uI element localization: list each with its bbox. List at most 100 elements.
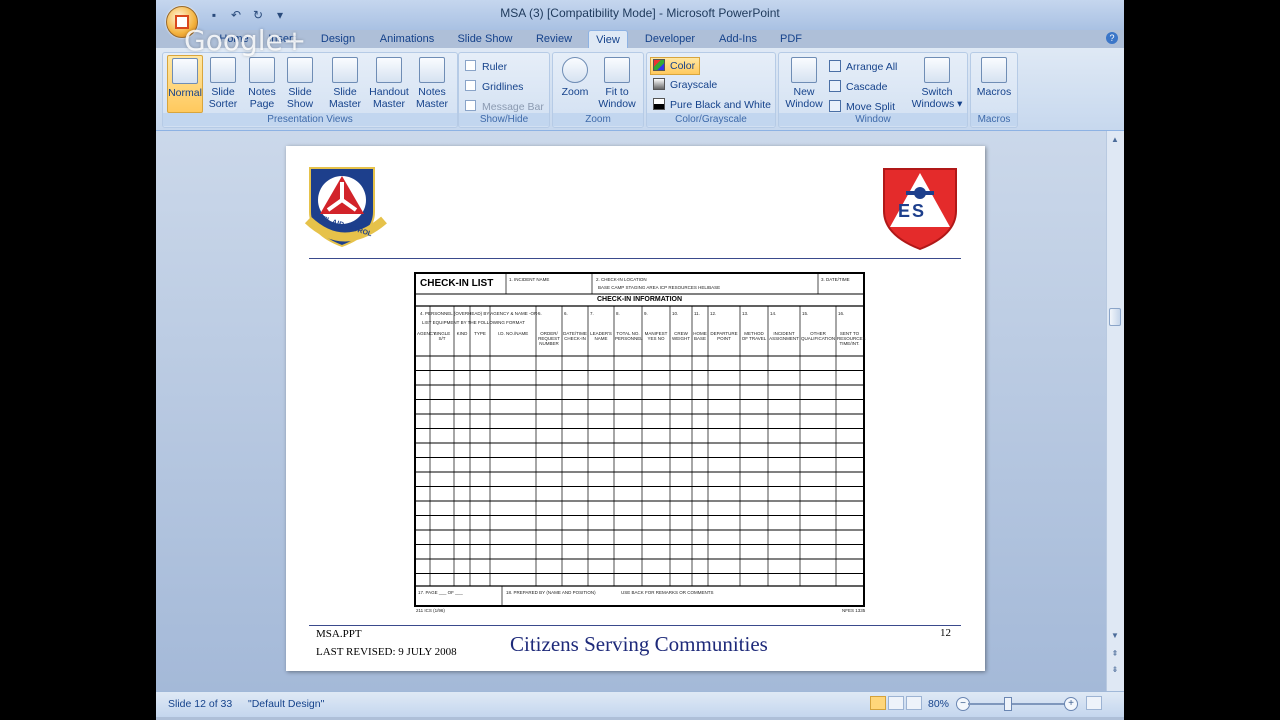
grayscale-icon <box>653 78 665 90</box>
notes-page-icon <box>249 57 275 83</box>
scroll-thumb[interactable] <box>1109 308 1121 326</box>
show-hide-label: Show/Hide <box>459 113 549 126</box>
group-presentation-views: Normal Slide Sorter Notes Page Slide Sho… <box>162 52 458 128</box>
slide-editing-area[interactable]: CIVIL AIR PATROL ES CHECK-IN LIST 1. INC… <box>156 131 1106 691</box>
cascade-icon <box>829 80 841 92</box>
move-split-icon <box>829 100 841 112</box>
zoom-slider[interactable] <box>968 703 1068 705</box>
switch-windows-label-2: Windows <box>911 98 955 110</box>
grayscale-button[interactable]: Grayscale <box>653 77 717 93</box>
form-column-header: SINGLE S/T <box>433 331 451 341</box>
handout-master-icon <box>376 57 402 83</box>
form-column-header: TOTAL NO. PERSONNEL <box>615 331 643 341</box>
fit-slide-icon[interactable] <box>1086 696 1102 710</box>
form-column-header: DATE/TIME CHECK-IN <box>563 331 587 341</box>
footer-revised: LAST REVISED: 9 JULY 2008 <box>316 646 457 658</box>
gridlines-checkbox[interactable]: Gridlines <box>465 79 523 95</box>
slide-number: 12 <box>940 627 951 639</box>
normal-view-status-icon[interactable] <box>870 696 886 710</box>
zoom-button[interactable]: Zoom <box>557 55 593 98</box>
slide-sorter-status-icon[interactable] <box>888 696 904 710</box>
notes-page-label-2: Page <box>249 98 275 110</box>
zoom-slider-thumb[interactable] <box>1004 697 1012 711</box>
undo-icon[interactable]: ↶ <box>228 7 244 23</box>
checkbox-icon <box>465 80 476 91</box>
presentation-views-label: Presentation Views <box>163 113 457 126</box>
nfes-number: NFES 1335 <box>842 608 866 613</box>
fit-to-window-button[interactable]: Fit to Window <box>595 55 639 110</box>
help-icon[interactable]: ? <box>1106 32 1118 44</box>
color-swatch-icon <box>653 59 665 71</box>
redo-icon[interactable]: ↻ <box>250 7 266 23</box>
slide-show-button[interactable]: Slide Show <box>283 55 317 110</box>
pure-black-white-label: Pure Black and White <box>670 99 771 111</box>
prepared-by-field: 18. PREPARED BY (NAME AND POSITION) <box>506 590 596 595</box>
new-window-button[interactable]: New Window <box>783 55 825 110</box>
macros-button[interactable]: Macros <box>975 55 1013 98</box>
notes-page-button[interactable]: Notes Page <box>245 55 279 110</box>
group-show-hide: Ruler Gridlines Message Bar Show/Hide <box>458 52 550 128</box>
fit-label-1: Fit to <box>605 86 629 98</box>
slide-sorter-label-2: Sorter <box>208 98 238 110</box>
form-column-header: OTHER QUALIFICATION <box>801 331 836 341</box>
checkbox-icon <box>465 60 476 71</box>
slide-sorter-icon <box>210 57 236 83</box>
scroll-down-icon[interactable]: ▼ <box>1110 631 1120 641</box>
tab-view[interactable]: View <box>588 30 628 49</box>
slide-show-icon <box>287 57 313 83</box>
tab-review[interactable]: Review <box>532 30 576 48</box>
move-split-label: Move Split <box>846 101 896 113</box>
ribbon-view: Normal Slide Sorter Notes Page Slide Sho… <box>156 48 1124 131</box>
switch-windows-icon <box>924 57 950 83</box>
slide[interactable]: CIVIL AIR PATROL ES CHECK-IN LIST 1. INC… <box>286 146 985 671</box>
save-icon[interactable]: ▪ <box>206 7 222 23</box>
magnifier-icon <box>562 57 588 83</box>
arrange-all-button[interactable]: Arrange All <box>829 59 897 75</box>
remarks-note: USE BACK FOR REMARKS OR COMMENTS <box>621 590 714 595</box>
footer-title: Citizens Serving Communities <box>510 632 768 656</box>
zoom-level[interactable]: 80% <box>928 698 949 710</box>
theme-name[interactable]: "Default Design" <box>248 698 324 710</box>
vertical-scrollbar[interactable]: ▲ ▼ ⇞ ⇟ <box>1106 131 1124 691</box>
next-slide-icon[interactable]: ⇟ <box>1110 665 1120 675</box>
tab-pdf[interactable]: PDF <box>776 30 806 48</box>
gridlines-label: Gridlines <box>482 81 524 93</box>
ruler-label: Ruler <box>482 61 508 73</box>
group-window: New Window Arrange All Cascade Move Spli… <box>778 52 968 128</box>
tab-slide-show[interactable]: Slide Show <box>452 30 518 48</box>
check-in-list-form: CHECK-IN LIST 1. INCIDENT NAME 2. CHECK-… <box>414 272 866 607</box>
notes-master-label-2: Master <box>415 98 449 110</box>
tab-design[interactable]: Design <box>316 30 360 48</box>
form-column-header: METHOD OF TRAVEL <box>741 331 767 341</box>
group-color-grayscale: Color Grayscale Pure Black and White Col… <box>646 52 776 128</box>
ruler-checkbox[interactable]: Ruler <box>465 59 507 75</box>
color-button[interactable]: Color <box>650 57 701 75</box>
customize-qat-icon[interactable]: ▾ <box>272 7 288 23</box>
pure-black-white-button[interactable]: Pure Black and White <box>653 97 771 113</box>
previous-slide-icon[interactable]: ⇞ <box>1110 649 1120 659</box>
slide-master-label-1: Slide <box>333 86 357 98</box>
cascade-button[interactable]: Cascade <box>829 79 887 95</box>
form-column-header: AGENCY <box>417 331 437 336</box>
window-title: MSA (3) [Compatibility Mode] - Microsoft… <box>500 6 780 20</box>
slide-master-button[interactable]: Slide Master <box>327 55 363 110</box>
normal-view-button[interactable]: Normal <box>167 55 203 113</box>
tab-add-ins[interactable]: Add-Ins <box>714 30 762 48</box>
form-column-number: 8. <box>616 311 620 316</box>
tab-animations[interactable]: Animations <box>374 30 440 48</box>
form-id: 211 ICS (1/96) <box>416 608 445 613</box>
notes-master-button[interactable]: Notes Master <box>413 55 451 110</box>
slide-show-status-icon[interactable] <box>906 696 922 710</box>
form-column-header: SENT TO RESOURCES TIME/INT. <box>837 331 866 346</box>
slide-sorter-button[interactable]: Slide Sorter <box>205 55 241 110</box>
notes-master-icon <box>419 57 445 83</box>
handout-master-button[interactable]: Handout Master <box>367 55 411 110</box>
form-column-header: ORDER/ REQUEST NUMBER <box>538 331 560 346</box>
cascade-label: Cascade <box>846 81 888 93</box>
scroll-up-icon[interactable]: ▲ <box>1110 135 1120 145</box>
zoom-in-icon[interactable]: + <box>1064 697 1078 711</box>
macros-label: Macros <box>976 86 1012 98</box>
quick-access-toolbar: ▪ ↶ ↻ ▾ <box>206 7 288 23</box>
tab-developer[interactable]: Developer <box>640 30 700 48</box>
switch-windows-button[interactable]: Switch Windows ▾ <box>911 55 963 110</box>
